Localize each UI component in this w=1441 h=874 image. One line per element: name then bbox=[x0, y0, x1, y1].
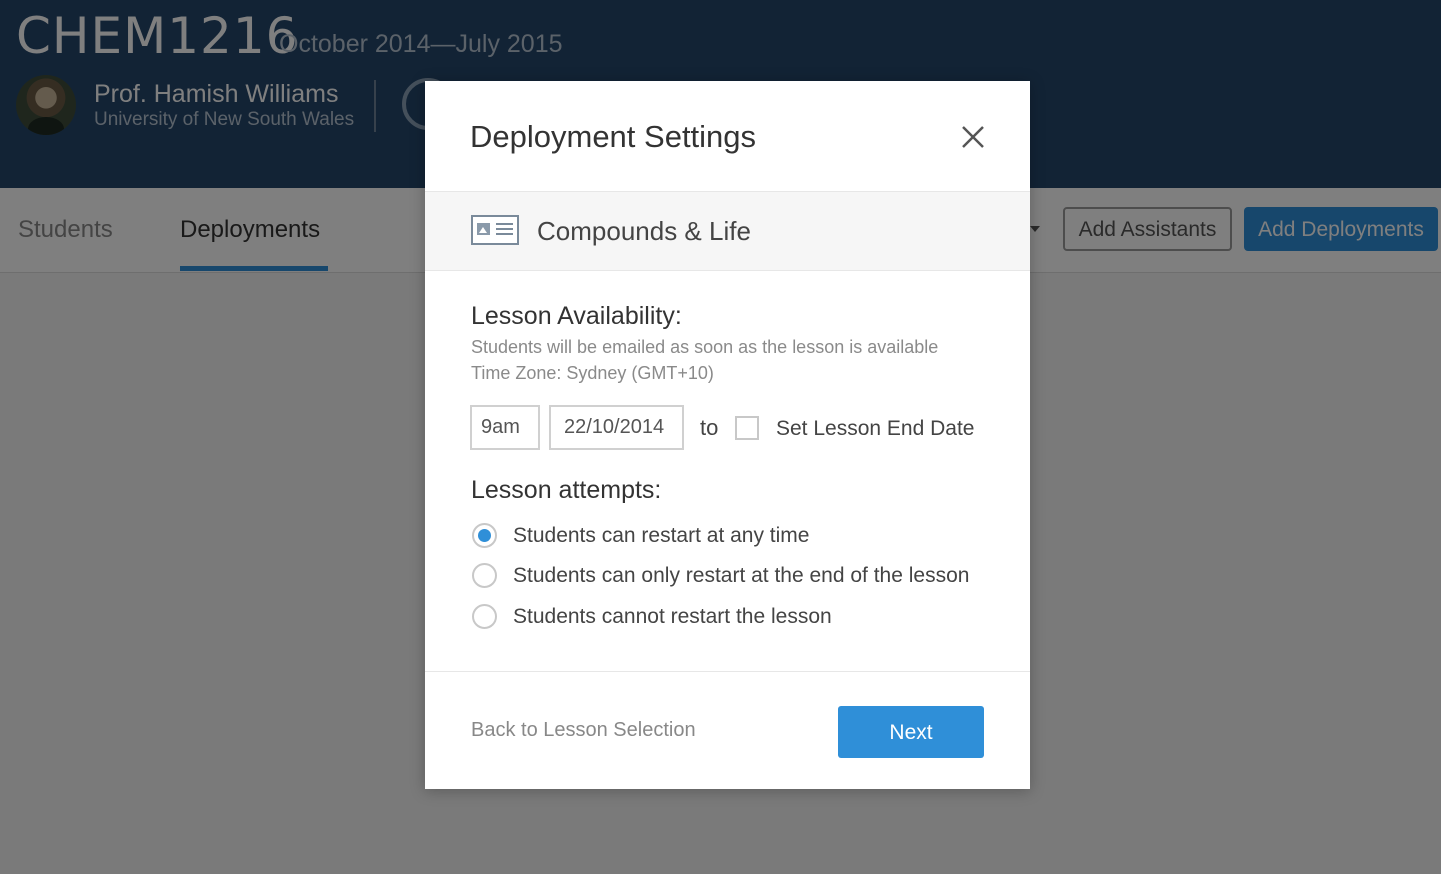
attempt-option-label[interactable]: Students can restart at any time bbox=[513, 522, 809, 550]
footer-divider bbox=[425, 671, 1030, 672]
lesson-card-icon bbox=[471, 215, 519, 245]
end-date-checkbox[interactable] bbox=[735, 416, 759, 440]
close-icon[interactable] bbox=[959, 123, 987, 151]
radio-button-selected[interactable] bbox=[472, 523, 497, 548]
lesson-name: Compounds & Life bbox=[537, 216, 751, 246]
end-date-checkbox-label[interactable]: Set Lesson End Date bbox=[776, 415, 974, 443]
next-button[interactable]: Next bbox=[838, 706, 984, 758]
email-notice: Students will be emailed as soon as the … bbox=[471, 337, 939, 357]
start-date-field[interactable]: 22/10/2014 bbox=[549, 405, 684, 450]
selected-lesson: Compounds & Life bbox=[425, 191, 1030, 271]
radio-button[interactable] bbox=[472, 563, 497, 588]
deployment-settings-dialog: Deployment Settings Compounds & Life Les… bbox=[425, 81, 1030, 789]
dialog-title: Deployment Settings bbox=[470, 119, 757, 154]
timezone-label: Time Zone: Sydney (GMT+10) bbox=[471, 363, 714, 383]
start-time-field[interactable]: 9am bbox=[470, 405, 540, 450]
availability-heading: Lesson Availability: bbox=[471, 302, 682, 330]
attempts-heading: Lesson attempts: bbox=[471, 476, 662, 504]
to-label: to bbox=[700, 415, 719, 440]
attempt-option-label[interactable]: Students cannot restart the lesson bbox=[513, 603, 832, 631]
attempt-option-label[interactable]: Students can only restart at the end of … bbox=[513, 562, 969, 590]
radio-button[interactable] bbox=[472, 604, 497, 629]
back-to-lesson-selection-link[interactable]: Back to Lesson Selection bbox=[471, 717, 696, 743]
